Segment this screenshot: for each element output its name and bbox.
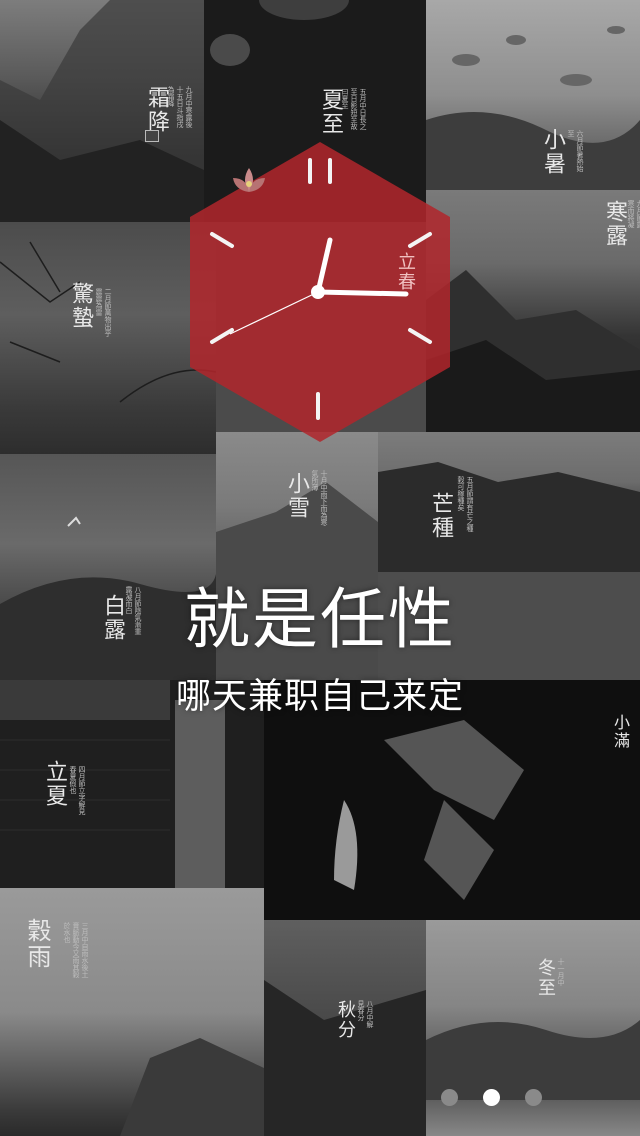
tile-title: 立夏 [42,760,67,808]
tile-caption: 五月中日長之至日影短至故曰夏至 [341,88,367,130]
tile-title: 冬至 [535,958,556,998]
tile-caption: 十月中雨下而為寒氣所薄 [311,470,328,526]
tile-title: 秋分 [335,1000,356,1040]
tile-title: 小暑 [540,128,565,176]
tile-title: 小雪 [284,472,309,520]
tile-caption: 三月中自雨水後土膏脈動今又雨其穀於水也 [63,922,89,978]
tile-caption: 二月節萬物出乎震震為雷 [95,288,112,337]
hero-title: 就是任性 [184,581,456,658]
tile-caption: 六月節暑熱始至 [567,130,584,172]
hero-subtitle: 哪天兼职自己来定 [175,677,464,717]
page-indicator-dot-active[interactable] [483,1089,500,1106]
tile-hanlu: 寒露 九月節露寒而將凝 [426,190,640,434]
tile-title: 芒種 [428,492,453,540]
page-indicator-dot[interactable] [525,1089,542,1106]
tile-qiufen: 秋分 八月中解見春分 [264,920,426,1136]
tile-guyu: 穀雨 三月中自雨水後土膏脈動今又雨其穀於水也 [0,888,264,1136]
tile-title: 穀雨 [23,918,51,970]
tile-caption: 九月節露寒而將凝 [627,200,640,228]
tile-caption: 九月中寒露後十五日斗指戌為霜降 [167,86,193,128]
tile-jingzhe: 驚蟄 二月節萬物出乎震震為雷 [0,222,216,454]
tile-title: 驚蟄 [68,282,93,330]
tile-caption: 八月中解見春分 [357,1000,374,1028]
tile-caption: 五月節謂有芒之種穀可稼種矣 [457,476,474,532]
tile-xiaoshu: 小暑 六月節暑熱始至 [426,0,640,190]
page-indicator-dot[interactable] [441,1089,458,1106]
tile-title: 小滿 [611,714,630,750]
tile-caption: 四月節立字解見春夏假也 [69,766,86,815]
lotus-icon [233,168,265,192]
seal-icon [145,130,159,142]
tile-shuangjiang: 霜降 九月中寒露後十五日斗指戌為霜降 [0,0,204,222]
tile-title: 立春 [395,252,416,292]
tile-caption: 十一月中 [557,958,565,986]
